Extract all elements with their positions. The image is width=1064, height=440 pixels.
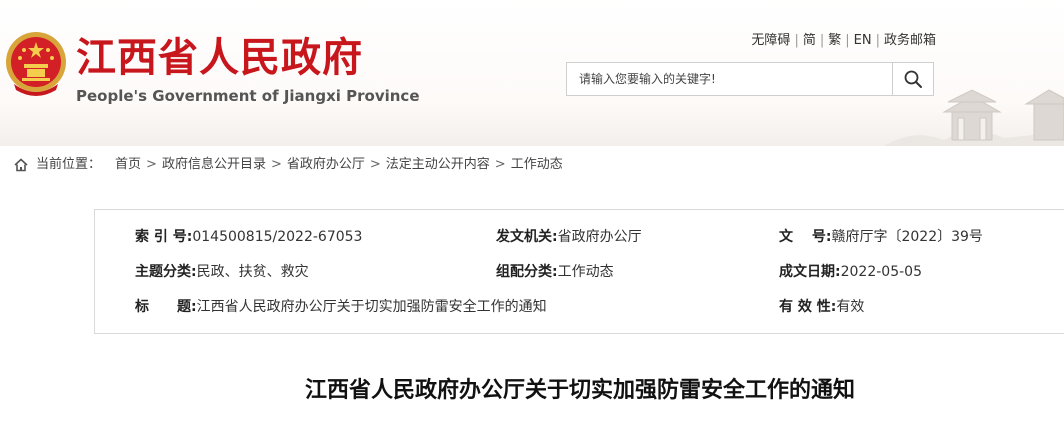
search-input[interactable] <box>567 63 893 95</box>
breadcrumb-general-office[interactable]: 省政府办公厅 <box>287 156 365 174</box>
link-separator: | <box>819 33 825 48</box>
meta-validity: 有 效 性:有效 <box>779 297 864 317</box>
meta-date: 成文日期:2022-05-05 <box>779 262 922 282</box>
breadcrumb-work-news[interactable]: 工作动态 <box>511 156 563 174</box>
simplified-chinese-link[interactable]: 简 <box>803 33 816 48</box>
meta-topic: 主题分类:民政、扶贫、救灾 <box>135 262 309 282</box>
meta-date-value: 2022-05-05 <box>840 264 922 280</box>
meta-topic-value: 民政、扶贫、救灾 <box>196 264 309 280</box>
meta-title-value: 江西省人民政府办公厅关于切实加强防雷安全工作的通知 <box>196 299 547 315</box>
meta-validity-value: 有效 <box>836 299 865 315</box>
traditional-chinese-link[interactable]: 繁 <box>828 33 841 48</box>
document-metadata-table: 索 引 号:014500815/2022-67053 发文机关:省政府办公厅 文… <box>94 209 1064 334</box>
meta-date-label: 成文日期: <box>779 264 841 280</box>
document-title: 江西省人民政府办公厅关于切实加强防雷安全工作的通知 <box>304 378 855 403</box>
home-icon <box>14 158 28 172</box>
site-header: 江西省人民政府 People's Government of Jiangxi P… <box>0 0 1064 146</box>
link-separator: | <box>845 33 850 48</box>
meta-index: 索 引 号:014500815/2022-67053 <box>135 227 362 247</box>
meta-group-value: 工作动态 <box>557 264 614 280</box>
government-mail-link[interactable]: 政务邮箱 <box>884 33 936 48</box>
breadcrumb: 当前位置： 首页 > 政府信息公开目录 > 省政府办公厅 > 法定主动公开内容 … <box>14 156 563 174</box>
pavilion-skyline-decoration <box>884 89 1064 146</box>
breadcrumb-separator: > <box>369 157 381 172</box>
meta-issuer-label: 发文机关: <box>496 229 558 245</box>
meta-title-label: 标 题: <box>135 299 197 315</box>
breadcrumb-separator: > <box>270 157 282 172</box>
site-subtitle: People's Government of Jiangxi Province <box>76 87 420 105</box>
meta-issuer: 发文机关:省政府办公厅 <box>496 227 642 247</box>
meta-doc-number-value: 赣府厅字〔2022〕39号 <box>831 229 983 245</box>
meta-doc-number: 文 号:赣府厅字〔2022〕39号 <box>779 227 983 247</box>
national-emblem-icon <box>6 32 66 96</box>
meta-validity-label: 有 效 性: <box>779 299 837 315</box>
breadcrumb-statutory-disclosure[interactable]: 法定主动公开内容 <box>386 156 490 174</box>
meta-group: 组配分类:工作动态 <box>496 262 614 282</box>
meta-issuer-value: 省政府办公厅 <box>557 229 642 245</box>
breadcrumb-info-catalog[interactable]: 政府信息公开目录 <box>162 156 266 174</box>
meta-topic-label: 主题分类: <box>135 264 197 280</box>
accessibility-link[interactable]: 无障碍 <box>751 33 790 48</box>
breadcrumb-separator: > <box>146 157 157 172</box>
english-link[interactable]: EN <box>854 33 872 48</box>
link-separator: | <box>794 33 799 48</box>
site-title[interactable]: 江西省人民政府 <box>76 34 363 82</box>
meta-doc-number-label: 文 号: <box>779 229 832 245</box>
breadcrumb-label: 当前位置： <box>36 157 102 172</box>
breadcrumb-separator: > <box>494 157 506 172</box>
top-links: 无障碍 | 简 | 繁 | EN | 政务邮箱 <box>751 32 936 50</box>
link-separator: | <box>875 33 880 48</box>
meta-title: 标 题:江西省人民政府办公厅关于切实加强防雷安全工作的通知 <box>135 297 547 317</box>
breadcrumb-home[interactable]: 首页 <box>115 156 141 174</box>
meta-index-value: 014500815/2022-67053 <box>192 229 363 245</box>
meta-group-label: 组配分类: <box>496 264 558 280</box>
meta-index-label: 索 引 号: <box>135 229 193 245</box>
search-icon <box>904 70 922 88</box>
search-box <box>566 62 934 96</box>
